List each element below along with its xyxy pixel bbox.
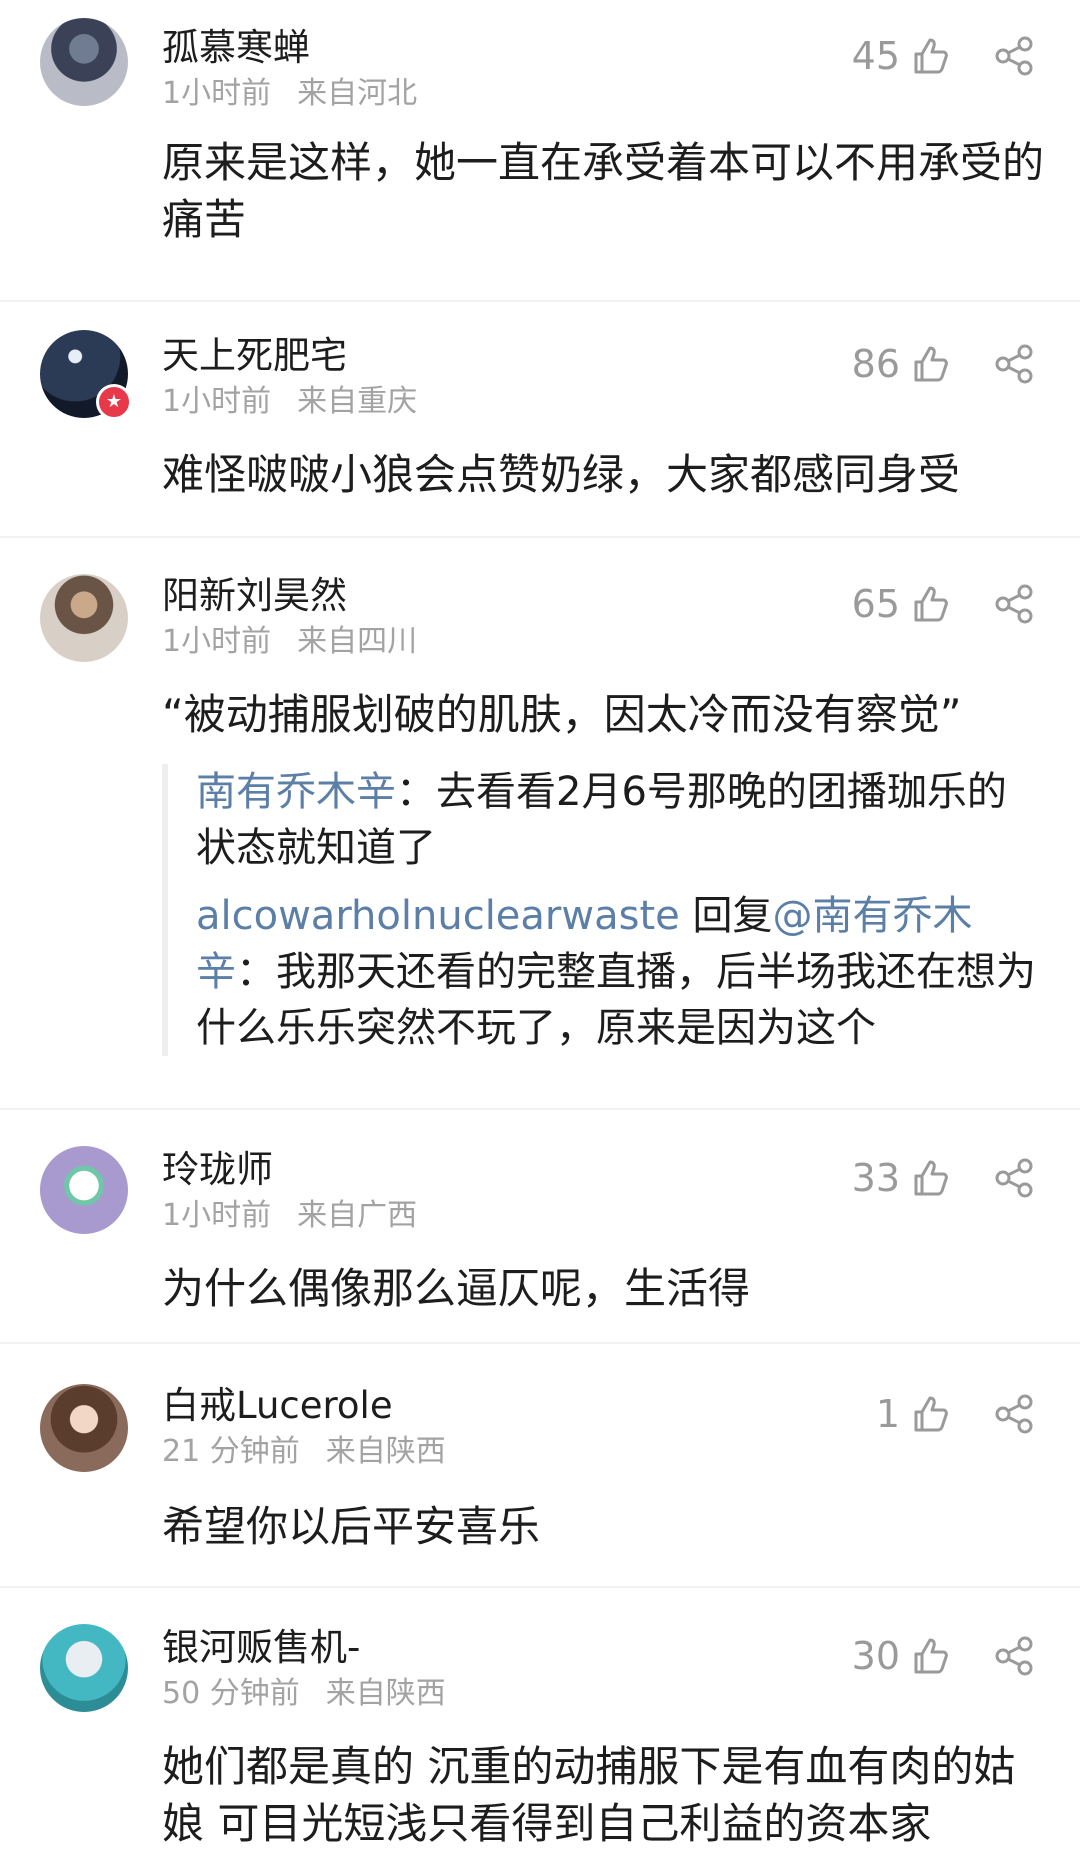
thumbs-up-icon[interactable]: [908, 342, 952, 386]
comment-meta: 1小时前 来自广西: [162, 1198, 417, 1234]
comment-meta: 1小时前 来自重庆: [162, 384, 417, 420]
comment-item: ★ 天上死肥宅 1小时前 来自重庆 86 难怪啵啵小狼会点赞奶绿，大家都感同身受: [0, 300, 1080, 536]
comment-meta: 1小时前 来自四川: [162, 624, 417, 660]
comment-location: 来自陕西: [325, 1434, 446, 1469]
comment-item: 银河贩售机- 50 分钟前 来自陕西 30 她们都是真的 沉重的动捕服下是有血有肉…: [0, 1586, 1080, 1870]
thumbs-up-icon[interactable]: [908, 1392, 952, 1436]
comment-username[interactable]: 阳新刘昊然: [162, 574, 347, 618]
reply-item[interactable]: 南有乔木辛：去看看2月6号那晚的团播珈乐的状态就知道了: [196, 764, 1040, 876]
reply-author[interactable]: alcowarholnuclearwaste: [196, 893, 680, 939]
comment-time: 1小时前: [162, 624, 272, 659]
comment-text: 她们都是真的 沉重的动捕服下是有血有肉的姑娘 可目光短浅只看得到自己利益的资本家: [162, 1742, 1016, 1848]
reply-author[interactable]: 南有乔木辛: [196, 769, 396, 815]
like-count: 45: [851, 34, 900, 78]
reply-item[interactable]: alcowarholnuclearwaste 回复@南有乔木辛：我那天还看的完整…: [196, 888, 1040, 1056]
reply-word: 回复: [679, 893, 773, 939]
comment-actions: 86: [852, 336, 1036, 392]
thumbs-up-icon[interactable]: [908, 582, 952, 626]
comment-time: 1小时前: [162, 76, 272, 111]
avatar[interactable]: ★: [40, 330, 132, 420]
comment-actions: 30: [852, 1628, 1036, 1684]
comment-time: 50 分钟前: [162, 1676, 300, 1711]
comment-location: 来自四川: [297, 624, 418, 659]
comment-username[interactable]: 银河贩售机-: [162, 1626, 360, 1670]
comment-feed: 孤慕寒蝉 1小时前 来自河北 45 原来是这样，她一直在承受着本可以不用承受的痛苦…: [0, 0, 1080, 1870]
like-count: 1: [875, 1392, 900, 1436]
comment-meta: 50 分钟前 来自陕西: [162, 1676, 446, 1712]
comment-text: “被动捕服划破的肌肤，因太冷而没有察觉”: [162, 690, 962, 739]
comment-text: 原来是这样，她一直在承受着本可以不用承受的痛苦: [162, 138, 1045, 244]
thumbs-up-icon[interactable]: [908, 1156, 952, 1200]
like-count: 33: [851, 1156, 900, 1200]
reply-text: 我那天还看的完整直播，后半场我还在想为什么乐乐突然不玩了，原来是因为这个: [196, 949, 1036, 1051]
avatar[interactable]: [40, 18, 128, 106]
comment-text: 为什么偶像那么逼仄呢，生活得: [162, 1264, 751, 1313]
comment-item: 玲珑师 1小时前 来自广西 33 为什么偶像那么逼仄呢，生活得: [0, 1108, 1080, 1342]
comment-location: 来自河北: [297, 76, 418, 111]
share-icon[interactable]: [992, 342, 1036, 386]
comment-location: 来自重庆: [297, 384, 418, 419]
share-icon[interactable]: [992, 1392, 1036, 1436]
comment-actions: 1: [876, 1386, 1036, 1442]
comment-actions: 65: [852, 576, 1036, 632]
comment-username[interactable]: 白戒Lucerole: [162, 1384, 393, 1428]
comment-time: 21 分钟前: [162, 1434, 300, 1469]
comment-username[interactable]: 孤慕寒蝉: [162, 26, 310, 70]
reply-separator: ：: [236, 949, 276, 995]
comment-text: 希望你以后平安喜乐: [162, 1502, 541, 1551]
like-count: 86: [851, 342, 900, 386]
comment-item: 阳新刘昊然 1小时前 来自四川 65 “被动捕服划破的肌肤，因太冷而没有察觉” 南…: [0, 536, 1080, 1108]
share-icon[interactable]: [992, 1156, 1036, 1200]
comment-time: 1小时前: [162, 1198, 272, 1233]
comment-item: 白戒Lucerole 21 分钟前 来自陕西 1 希望你以后平安喜乐: [0, 1342, 1080, 1586]
comment-actions: 45: [852, 28, 1036, 84]
comment-meta: 1小时前 来自河北: [162, 76, 417, 112]
share-icon[interactable]: [992, 1634, 1036, 1678]
comment-username[interactable]: 天上死肥宅: [162, 334, 347, 378]
comment-meta: 21 分钟前 来自陕西: [162, 1434, 446, 1470]
comment-item: 孤慕寒蝉 1小时前 来自河北 45 原来是这样，她一直在承受着本可以不用承受的痛苦: [0, 0, 1080, 300]
comment-location: 来自陕西: [325, 1676, 446, 1711]
thumbs-up-icon[interactable]: [908, 34, 952, 78]
reply-separator: ：: [396, 769, 436, 815]
share-icon[interactable]: [992, 582, 1036, 626]
like-count: 30: [851, 1634, 900, 1678]
comment-location: 来自广西: [297, 1198, 418, 1233]
comment-time: 1小时前: [162, 384, 272, 419]
vip-badge-icon: ★: [96, 384, 132, 420]
avatar[interactable]: [40, 574, 128, 662]
thumbs-up-icon[interactable]: [908, 1634, 952, 1678]
avatar[interactable]: [40, 1146, 128, 1234]
reply-thread[interactable]: 南有乔木辛：去看看2月6号那晚的团播珈乐的状态就知道了 alcowarholnu…: [162, 764, 1040, 1056]
avatar[interactable]: [40, 1624, 128, 1712]
comment-text: 难怪啵啵小狼会点赞奶绿，大家都感同身受: [162, 450, 961, 499]
comment-username[interactable]: 玲珑师: [162, 1148, 273, 1192]
share-icon[interactable]: [992, 34, 1036, 78]
like-count: 65: [851, 582, 900, 626]
comment-actions: 33: [852, 1150, 1036, 1206]
avatar[interactable]: [40, 1384, 128, 1472]
